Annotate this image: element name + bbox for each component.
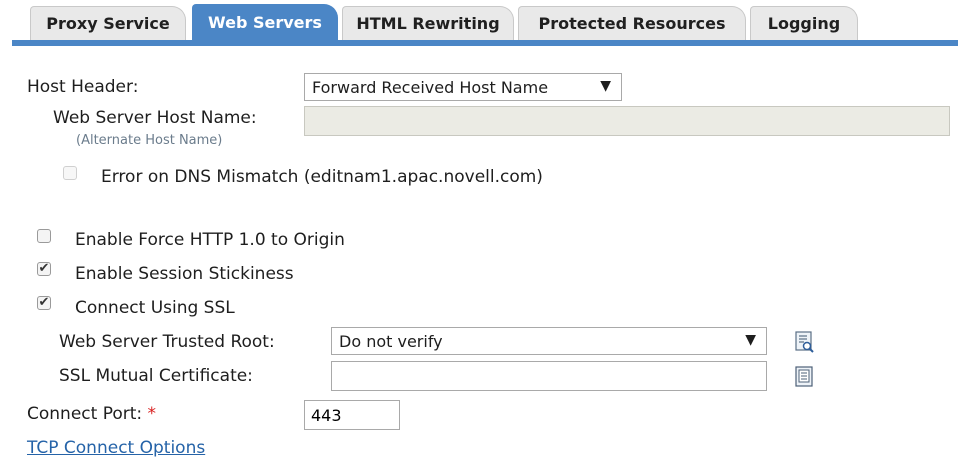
- web-server-host-name-input[interactable]: [304, 106, 950, 136]
- host-header-select[interactable]: Forward Received Host Name ▼: [304, 73, 622, 101]
- web-server-host-name-label: Web Server Host Name:: [53, 108, 257, 128]
- tab-label: Proxy Service: [46, 14, 170, 33]
- tab-proxy-service[interactable]: Proxy Service: [30, 6, 186, 40]
- mutual-cert-input[interactable]: [331, 361, 767, 391]
- tab-bar: Proxy Service Web Servers HTML Rewriting…: [0, 0, 958, 46]
- trusted-root-select[interactable]: Do not verify ▼: [331, 327, 767, 355]
- alternate-host-name-hint: (Alternate Host Name): [76, 133, 223, 148]
- connect-port-label: Connect Port: *: [27, 404, 156, 424]
- trusted-root-value: Do not verify: [339, 331, 443, 351]
- trusted-root-label: Web Server Trusted Root:: [59, 332, 275, 352]
- tab-label: Protected Resources: [538, 14, 726, 33]
- lookup-icon[interactable]: [795, 331, 815, 353]
- force-http-checkbox[interactable]: [37, 229, 51, 243]
- tab-underline: [12, 40, 958, 46]
- session-stickiness-checkbox[interactable]: ✔: [37, 262, 51, 276]
- tab-logging[interactable]: Logging: [750, 6, 858, 40]
- tab-label: Web Servers: [208, 13, 322, 32]
- host-header-value: Forward Received Host Name: [312, 77, 549, 97]
- host-header-label: Host Header:: [27, 77, 139, 97]
- tcp-connect-options-link[interactable]: TCP Connect Options: [27, 438, 205, 458]
- connect-port-input[interactable]: [304, 400, 400, 430]
- tab-web-servers[interactable]: Web Servers: [192, 4, 338, 40]
- check-icon: ✔: [38, 261, 50, 276]
- tab-label: HTML Rewriting: [356, 14, 500, 33]
- check-icon: ✔: [38, 295, 50, 310]
- tab-protected-resources[interactable]: Protected Resources: [518, 6, 746, 40]
- dns-mismatch-label: Error on DNS Mismatch (editnam1.apac.nov…: [101, 167, 543, 187]
- tab-label: Logging: [767, 14, 841, 33]
- dns-mismatch-checkbox[interactable]: [63, 166, 77, 180]
- certificate-icon[interactable]: [795, 366, 815, 388]
- mutual-cert-label: SSL Mutual Certificate:: [59, 366, 253, 386]
- required-marker: *: [147, 404, 157, 424]
- chevron-down-icon: ▼: [745, 332, 756, 348]
- session-stickiness-label: Enable Session Stickiness: [75, 264, 294, 284]
- connect-ssl-checkbox[interactable]: ✔: [37, 296, 51, 310]
- connect-ssl-label: Connect Using SSL: [75, 298, 235, 318]
- chevron-down-icon: ▼: [600, 78, 611, 94]
- tab-html-rewriting[interactable]: HTML Rewriting: [342, 6, 514, 40]
- connect-port-label-text: Connect Port:: [27, 404, 143, 424]
- force-http-label: Enable Force HTTP 1.0 to Origin: [75, 230, 345, 250]
